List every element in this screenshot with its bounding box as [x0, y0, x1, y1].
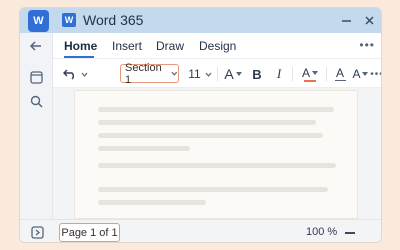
toolbar-divider	[292, 67, 293, 81]
ribbon-tabs: Home Insert Draw Design •••	[53, 33, 381, 58]
font-size-grow-button[interactable]: A	[221, 65, 245, 83]
app-logo: W	[28, 10, 49, 32]
chevron-down-icon	[81, 72, 87, 77]
minimize-icon	[341, 19, 351, 22]
font-grow-label: A	[224, 66, 234, 82]
italic-button[interactable]: I	[271, 65, 287, 83]
page-layout-icon	[31, 226, 44, 239]
layout-icon	[29, 70, 43, 84]
zoom-out-button[interactable]	[345, 232, 355, 234]
font-color-button[interactable]: A	[298, 65, 322, 83]
tab-draw[interactable]: Draw	[156, 39, 184, 53]
page-indicator[interactable]: Page 1 of 1	[59, 223, 120, 242]
toolbar-divider	[217, 67, 218, 81]
text-line	[98, 146, 190, 151]
tab-home[interactable]: Home	[64, 39, 97, 53]
toolbar-more-button[interactable]: •••	[370, 65, 381, 83]
highlight-swatch	[334, 79, 346, 82]
text-line	[98, 163, 336, 168]
style-select-value: Section 1	[125, 61, 162, 86]
word-window: W Word 365 Home Insert Draw Design ••• S…	[19, 7, 382, 243]
search-icon	[30, 95, 43, 108]
text-line	[98, 200, 206, 205]
chevron-down-icon	[361, 72, 368, 76]
close-button[interactable]	[360, 10, 378, 30]
menu-more-button[interactable]: •••	[359, 38, 375, 52]
chevron-down-icon	[171, 71, 178, 76]
undo-dropdown[interactable]	[79, 65, 89, 83]
clear-formatting-button[interactable]: A	[350, 65, 370, 83]
style-select[interactable]: Section 1	[120, 61, 179, 86]
text-line	[98, 187, 328, 192]
layout-button[interactable]	[28, 69, 44, 85]
minimize-button[interactable]	[337, 10, 355, 30]
clear-format-label: A	[352, 67, 361, 81]
highlight-button[interactable]: A	[332, 65, 348, 83]
toolbar-divider	[326, 67, 327, 81]
text-line	[98, 133, 323, 138]
font-size-value: 11	[188, 67, 201, 81]
font-color-group: A	[302, 67, 318, 79]
back-arrow-icon	[29, 41, 41, 51]
font-color-label: A	[301, 65, 310, 80]
word-icon: W	[62, 13, 76, 27]
document-page[interactable]	[74, 90, 358, 219]
title-bar: W Word 365	[20, 8, 381, 33]
status-bar: Page 1 of 1 100 %	[20, 219, 381, 242]
tab-insert[interactable]: Insert	[112, 39, 142, 53]
highlight-label: A	[335, 65, 344, 80]
chevron-down-icon	[205, 72, 212, 77]
text-line	[98, 107, 334, 112]
undo-button[interactable]	[62, 65, 78, 83]
window-title: Word 365	[83, 12, 144, 28]
undo-icon	[63, 69, 74, 80]
ribbon-toolbar: Section 1 11 A B I A A A ••	[53, 58, 381, 88]
sidebar	[20, 33, 53, 219]
search-button[interactable]	[28, 93, 44, 109]
bold-button[interactable]: B	[249, 65, 265, 83]
back-button[interactable]	[28, 38, 44, 54]
zoom-level[interactable]: 100 %	[306, 226, 337, 238]
font-size-select[interactable]: 11	[185, 65, 215, 83]
tab-design[interactable]: Design	[199, 39, 236, 53]
close-icon	[364, 15, 374, 25]
page-view-button[interactable]	[31, 226, 44, 242]
text-line	[98, 120, 316, 125]
chevron-down-icon	[312, 70, 318, 75]
chevron-down-icon	[235, 72, 242, 76]
font-color-swatch	[304, 79, 316, 82]
document-area	[53, 88, 381, 219]
